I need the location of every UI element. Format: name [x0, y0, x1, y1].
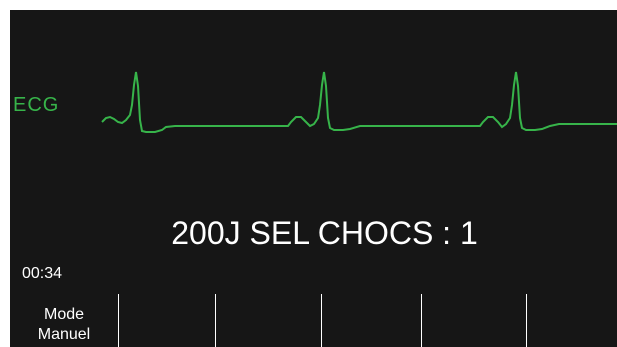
softkey-label-line1: Mode [43, 306, 85, 323]
softkey-label-line2: Manuel [37, 326, 91, 343]
ecg-trace-line [101, 71, 617, 133]
elapsed-timer: 00:34 [22, 265, 63, 282]
softkey-3[interactable] [216, 294, 322, 347]
shock-status-message: 200J SEL CHOCS : 1 [171, 215, 478, 251]
monitor-screen: ECG 200J SEL CHOCS : 1 00:34 Mode Manuel [10, 10, 617, 347]
softkey-4[interactable] [322, 294, 422, 347]
softkey-5[interactable] [422, 294, 527, 347]
softkey-2[interactable] [119, 294, 216, 347]
softkey-6[interactable] [527, 294, 617, 347]
softkey-manual-mode[interactable]: Mode Manuel [10, 294, 119, 347]
